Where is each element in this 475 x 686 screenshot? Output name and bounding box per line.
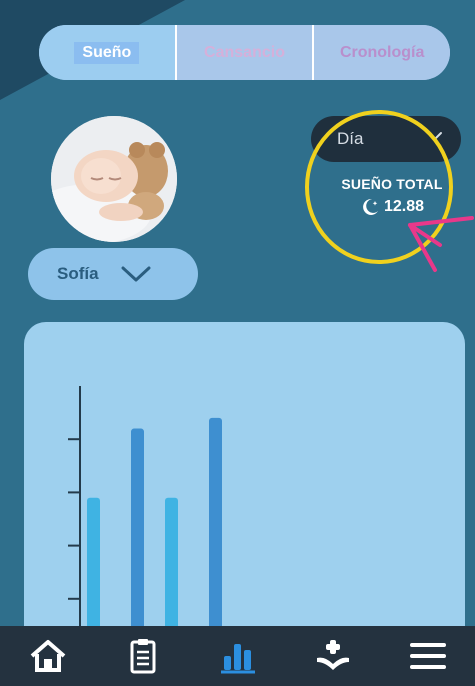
nav-stats[interactable] bbox=[211, 629, 265, 683]
bottom-nav bbox=[0, 626, 475, 686]
tab-cansancio[interactable]: Cansancio bbox=[174, 25, 315, 80]
home-icon bbox=[30, 640, 65, 672]
chart-card bbox=[24, 322, 465, 652]
sleeping-baby-photo bbox=[51, 116, 177, 242]
chevron-down-icon bbox=[121, 266, 151, 282]
tab-cronologia[interactable]: Cronología bbox=[314, 25, 450, 80]
menu-icon bbox=[409, 643, 446, 669]
child-selector[interactable]: Sofía bbox=[28, 248, 198, 300]
sleep-bar-chart bbox=[68, 386, 222, 652]
tab-sueno[interactable]: Sueño bbox=[39, 25, 175, 80]
clipboard-icon bbox=[130, 639, 155, 674]
tab-cronologia-label: Cronología bbox=[339, 43, 425, 61]
chart-bar bbox=[209, 417, 222, 652]
nav-care[interactable] bbox=[306, 629, 360, 683]
bar-chart-icon bbox=[220, 644, 255, 674]
tab-cansancio-label: Cansancio bbox=[204, 43, 285, 61]
nav-records[interactable] bbox=[116, 629, 170, 683]
tab-bar: Sueño Cansancio Cronología bbox=[39, 25, 450, 80]
avatar bbox=[51, 116, 177, 242]
chart-bar bbox=[131, 428, 144, 652]
tab-sueno-label: Sueño bbox=[74, 41, 140, 64]
highlight-annotation bbox=[305, 110, 474, 272]
nav-home[interactable] bbox=[21, 629, 75, 683]
care-icon bbox=[316, 640, 349, 670]
child-name: Sofía bbox=[57, 264, 99, 283]
nav-menu[interactable] bbox=[401, 629, 455, 683]
